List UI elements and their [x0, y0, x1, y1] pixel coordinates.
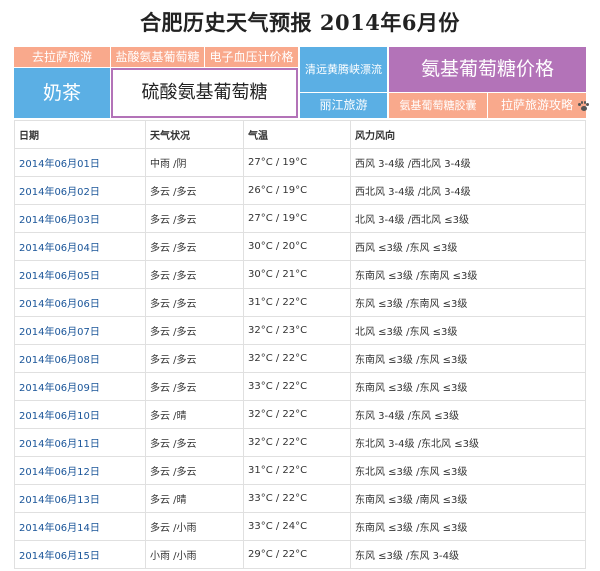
table-row: 2014年06月08日 多云 /多云 32°C / 22°C 东南风 ≤3级 /东风 …: [14, 344, 586, 373]
table-row: 2014年06月01日 中雨 /阴 27°C / 19°C 西风 3-4级 /西北风 …: [14, 148, 586, 177]
table-row: 2014年06月13日 多云 /晴 33°C / 22°C 东南风 ≤3级 /南风 ≤…: [14, 484, 586, 513]
temperature-cell: 29°C / 22°C: [243, 540, 351, 569]
ad-link-glucosamine-price[interactable]: 氨基葡萄糖价格: [389, 47, 586, 92]
temperature-cell: 30°C / 20°C: [243, 232, 351, 261]
temperature-cell: 33°C / 24°C: [243, 512, 351, 541]
weather-cell: 多云 /多云: [145, 316, 244, 345]
table-row: 2014年06月03日 多云 /多云 27°C / 19°C 北风 3-4级 /西北风…: [14, 204, 586, 233]
table-row: 2014年06月06日 多云 /多云 31°C / 22°C 东风 ≤3级 /东南风 …: [14, 288, 586, 317]
table-row: 2014年06月07日 多云 /多云 32°C / 23°C 北风 ≤3级 /东风 ≤…: [14, 316, 586, 345]
wind-cell: 东南风 ≤3级 /南风 ≤3级: [350, 484, 586, 513]
date-link[interactable]: 2014年06月15日: [14, 540, 146, 569]
weather-cell: 多云 /多云: [145, 428, 244, 457]
date-link[interactable]: 2014年06月05日: [14, 260, 146, 289]
date-link[interactable]: 2014年06月03日: [14, 204, 146, 233]
temperature-cell: 33°C / 22°C: [243, 484, 351, 513]
table-row: 2014年06月10日 多云 /晴 32°C / 22°C 东风 3-4级 /东风 ≤…: [14, 400, 586, 429]
date-link[interactable]: 2014年06月09日: [14, 372, 146, 401]
wind-cell: 西北风 3-4级 /北风 3-4级: [350, 176, 586, 205]
weather-cell: 多云 /小雨: [145, 512, 244, 541]
wind-cell: 东南风 ≤3级 /东风 ≤3级: [350, 512, 586, 541]
weather-table-body: 2014年06月01日 中雨 /阴 27°C / 19°C 西风 3-4级 /西北风 …: [14, 148, 586, 569]
weather-cell: 多云 /多云: [145, 288, 244, 317]
wind-cell: 东南风 ≤3级 /东风 ≤3级: [350, 344, 586, 373]
ad-link-qingyuan-rafting[interactable]: 清远黄腾峡漂流: [300, 47, 387, 92]
weather-cell: 小雨 /小雨: [145, 540, 244, 569]
date-link[interactable]: 2014年06月14日: [14, 512, 146, 541]
wind-cell: 北风 ≤3级 /东风 ≤3级: [350, 316, 586, 345]
weather-cell: 多云 /多云: [145, 344, 244, 373]
weather-cell: 多云 /多云: [145, 372, 244, 401]
date-link[interactable]: 2014年06月12日: [14, 456, 146, 485]
table-header-row: 日期 天气状况 气温 风力风向: [14, 120, 586, 149]
header-weather: 天气状况: [145, 120, 244, 149]
temperature-cell: 26°C / 19°C: [243, 176, 351, 205]
ad-link-bp-monitor-price[interactable]: 电子血压计价格: [205, 47, 298, 67]
wind-cell: 东南风 ≤3级 /东风 ≤3级: [350, 372, 586, 401]
table-row: 2014年06月12日 多云 /多云 31°C / 22°C 东北风 ≤3级 /东风 …: [14, 456, 586, 485]
temperature-cell: 27°C / 19°C: [243, 148, 351, 177]
paw-icon[interactable]: [578, 101, 589, 112]
table-row: 2014年06月11日 多云 /多云 32°C / 22°C 东北风 3-4级 /东北…: [14, 428, 586, 457]
date-link[interactable]: 2014年06月11日: [14, 428, 146, 457]
wind-cell: 东风 ≤3级 /东南风 ≤3级: [350, 288, 586, 317]
table-row: 2014年06月04日 多云 /多云 30°C / 20°C 西风 ≤3级 /东风 ≤…: [14, 232, 586, 261]
date-link[interactable]: 2014年06月13日: [14, 484, 146, 513]
date-link[interactable]: 2014年06月10日: [14, 400, 146, 429]
wind-cell: 北风 3-4级 /西北风 ≤3级: [350, 204, 586, 233]
temperature-cell: 30°C / 21°C: [243, 260, 351, 289]
ad-link-glucosamine-hcl[interactable]: 盐酸氨基葡萄糖: [111, 47, 204, 67]
wind-cell: 西风 3-4级 /西北风 3-4级: [350, 148, 586, 177]
temperature-cell: 27°C / 19°C: [243, 204, 351, 233]
table-row: 2014年06月14日 多云 /小雨 33°C / 24°C 东南风 ≤3级 /东风 …: [14, 512, 586, 541]
wind-cell: 东南风 ≤3级 /东南风 ≤3级: [350, 260, 586, 289]
weather-table: 日期 天气状况 气温 风力风向 2014年06月01日 中雨 /阴 27°C / 1…: [14, 120, 586, 569]
date-link[interactable]: 2014年06月04日: [14, 232, 146, 261]
temperature-cell: 32°C / 22°C: [243, 344, 351, 373]
date-link[interactable]: 2014年06月02日: [14, 176, 146, 205]
temperature-cell: 32°C / 23°C: [243, 316, 351, 345]
weather-cell: 多云 /多云: [145, 204, 244, 233]
date-link[interactable]: 2014年06月08日: [14, 344, 146, 373]
page-title: 合肥历史天气预报 2014年6月份: [140, 10, 460, 35]
weather-cell: 中雨 /阴: [145, 148, 244, 177]
table-row: 2014年06月05日 多云 /多云 30°C / 21°C 东南风 ≤3级 /东南风…: [14, 260, 586, 289]
date-link[interactable]: 2014年06月06日: [14, 288, 146, 317]
ad-link-milk-tea[interactable]: 奶茶: [14, 68, 110, 118]
date-link[interactable]: 2014年06月07日: [14, 316, 146, 345]
ad-link-lhasa-travel[interactable]: 去拉萨旅游: [14, 47, 110, 67]
weather-cell: 多云 /多云: [145, 176, 244, 205]
temperature-cell: 32°C / 22°C: [243, 400, 351, 429]
wind-cell: 东风 3-4级 /东风 ≤3级: [350, 400, 586, 429]
header-date: 日期: [14, 120, 146, 149]
weather-cell: 多云 /多云: [145, 456, 244, 485]
ad-link-glucosamine-capsule[interactable]: 氨基葡萄糖胶囊: [389, 93, 487, 118]
weather-cell: 多云 /多云: [145, 260, 244, 289]
wind-cell: 东北风 3-4级 /东北风 ≤3级: [350, 428, 586, 457]
header-temperature: 气温: [243, 120, 351, 149]
wind-cell: 西风 ≤3级 /东风 ≤3级: [350, 232, 586, 261]
temperature-cell: 31°C / 22°C: [243, 456, 351, 485]
header-wind: 风力风向: [350, 120, 586, 149]
weather-cell: 多云 /晴: [145, 400, 244, 429]
weather-cell: 多云 /多云: [145, 232, 244, 261]
temperature-cell: 31°C / 22°C: [243, 288, 351, 317]
ad-link-lijiang-travel[interactable]: 丽江旅游: [300, 93, 387, 118]
table-row: 2014年06月15日 小雨 /小雨 29°C / 22°C 东风 ≤3级 /东风 3…: [14, 540, 586, 569]
weather-cell: 多云 /晴: [145, 484, 244, 513]
table-row: 2014年06月09日 多云 /多云 33°C / 22°C 东南风 ≤3级 /东风 …: [14, 372, 586, 401]
wind-cell: 东风 ≤3级 /东风 3-4级: [350, 540, 586, 569]
date-link[interactable]: 2014年06月01日: [14, 148, 146, 177]
table-row: 2014年06月02日 多云 /多云 26°C / 19°C 西北风 3-4级 /北风…: [14, 176, 586, 205]
temperature-cell: 33°C / 22°C: [243, 372, 351, 401]
ad-link-glucosamine-sulfate[interactable]: 硫酸氨基葡萄糖: [111, 68, 298, 118]
temperature-cell: 32°C / 22°C: [243, 428, 351, 457]
ad-link-lhasa-guide[interactable]: 拉萨旅游攻略: [488, 93, 586, 118]
wind-cell: 东北风 ≤3级 /东风 ≤3级: [350, 456, 586, 485]
